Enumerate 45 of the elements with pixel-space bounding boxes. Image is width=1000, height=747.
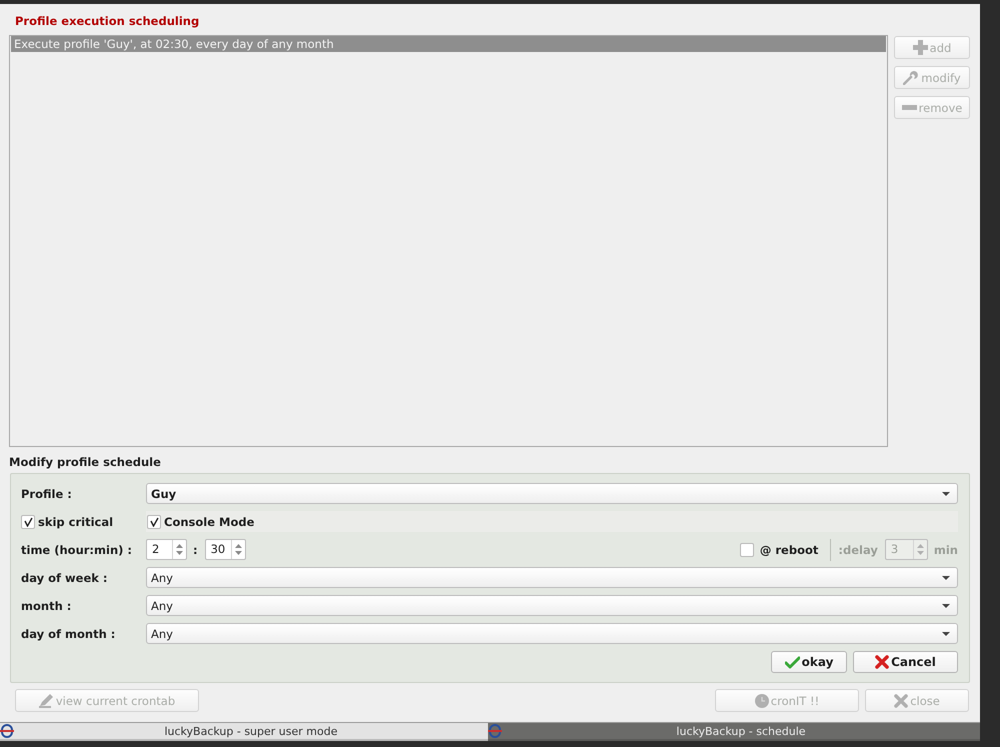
tick-icon <box>24 516 32 526</box>
profile-dropdown[interactable]: Guy <box>146 483 958 504</box>
day-of-month-dropdown[interactable]: Any <box>146 623 958 644</box>
plus-icon <box>912 40 928 55</box>
skip-critical-checkbox[interactable] <box>21 514 35 528</box>
caret-icon <box>942 604 950 608</box>
taskbar-item[interactable]: luckyBackup - schedule <box>488 723 980 741</box>
caret-icon <box>942 492 950 496</box>
checkbox-label: @ reboot <box>760 542 818 556</box>
close-icon <box>894 694 908 708</box>
taskbar-item[interactable]: luckyBackup - super user mode <box>0 723 488 741</box>
okay-button[interactable]: okay <box>771 651 847 673</box>
month-dropdown[interactable]: Any <box>146 595 958 616</box>
reboot-checkbox[interactable] <box>740 542 754 556</box>
time-separator: : <box>193 542 198 556</box>
field-label: day of month : <box>21 626 116 640</box>
spin-arrows-icon <box>916 543 924 556</box>
cross-icon <box>875 655 890 669</box>
spin-arrows-icon <box>234 543 242 556</box>
delay-label: :delay <box>838 542 878 556</box>
field-label: Profile : <box>21 486 73 500</box>
section-title: Modify profile schedule <box>9 455 161 469</box>
app-logo-icon <box>488 724 502 738</box>
console-mode-checkbox[interactable] <box>147 514 161 528</box>
clock-icon <box>754 694 769 708</box>
hour-spinbox[interactable]: 2 <box>146 539 187 560</box>
field-label: time (hour:min) : <box>21 542 133 556</box>
checkbox-label: Console Mode <box>164 514 254 528</box>
minus-icon <box>902 105 917 110</box>
field-label: month : <box>21 598 72 612</box>
day-of-week-dropdown[interactable]: Any <box>146 567 958 588</box>
checkmark-icon <box>784 656 800 668</box>
pencil-icon <box>38 693 54 708</box>
tick-icon <box>150 516 158 526</box>
spin-arrows-icon <box>176 543 183 556</box>
checkbox-label: skip critical <box>38 514 114 528</box>
caret-icon <box>942 632 950 636</box>
field-label: day of week : <box>21 570 109 584</box>
caret-icon <box>942 576 950 580</box>
minute-spinbox[interactable]: 30 <box>204 539 246 560</box>
dialog-title: Profile execution scheduling <box>15 14 200 28</box>
app-logo-icon <box>0 724 14 738</box>
unit-label: min <box>934 542 958 556</box>
cancel-button[interactable]: Cancel <box>853 651 958 673</box>
wrench-icon <box>903 70 920 85</box>
